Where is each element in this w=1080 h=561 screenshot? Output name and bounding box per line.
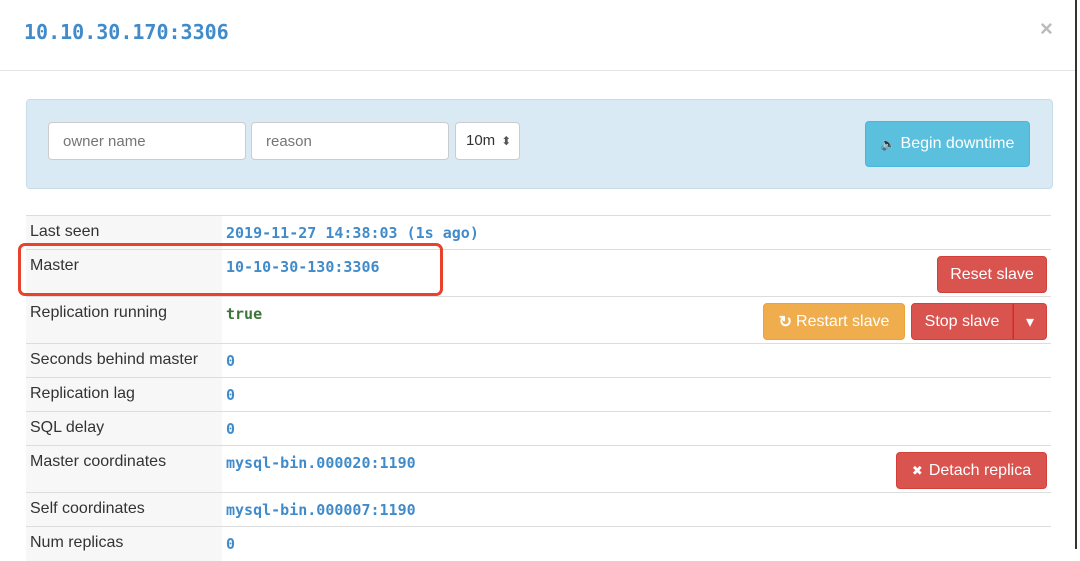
dialog-title: 10.10.30.170:3306 [24, 20, 229, 44]
begin-downtime-button[interactable]: 🔈 Begin downtime [865, 121, 1030, 167]
row-value: mysql-bin.000020:1190 [226, 454, 416, 472]
close-icon[interactable]: × [1040, 16, 1053, 42]
duration-select[interactable]: 10m ⬍ [455, 122, 520, 160]
table-row: Replication lag 0 [26, 377, 1051, 412]
row-label: Replication running [26, 297, 222, 344]
scrollbar[interactable] [1075, 0, 1077, 549]
stop-slave-button[interactable]: Stop slave [911, 303, 1013, 340]
row-value: 0 [226, 352, 236, 370]
table-row: Replication running true ↻ Restart slave S… [26, 296, 1051, 344]
owner-name-input[interactable] [48, 122, 246, 160]
reason-input[interactable] [251, 122, 449, 160]
select-arrows-icon: ⬍ [501, 134, 512, 148]
table-row: Master coordinates mysql-bin.000020:1190 … [26, 445, 1051, 493]
detach-replica-label: Detach replica [928, 461, 1032, 479]
row-label: Seconds behind master [26, 344, 222, 378]
row-value: 0 [226, 386, 236, 404]
row-label: Master coordinates [26, 446, 222, 493]
reset-slave-button[interactable]: Reset slave [937, 256, 1047, 293]
duration-value: 10m [466, 132, 496, 149]
remove-sign-icon: ✖ [911, 462, 923, 478]
refresh-icon: ↻ [778, 313, 793, 331]
begin-downtime-label: Begin downtime [900, 135, 1015, 152]
row-value: mysql-bin.000007:1190 [226, 501, 416, 519]
row-value: 0 [226, 535, 236, 553]
volume-off-icon: 🔈 [880, 137, 896, 151]
table-row: Seconds behind master 0 [26, 343, 1051, 378]
restart-slave-label: Restart slave [796, 312, 890, 330]
detach-replica-button[interactable]: ✖ Detach replica [896, 452, 1047, 489]
row-label: Num replicas [26, 527, 222, 561]
restart-slave-button[interactable]: ↻ Restart slave [763, 303, 905, 340]
row-value: true [226, 305, 263, 323]
stop-slave-dropdown-caret-icon[interactable]: ▾ [1013, 303, 1047, 340]
row-value: 2019-11-27 14:38:03 (1s ago) [226, 224, 479, 242]
table-row: SQL delay 0 [26, 411, 1051, 446]
table-row: Self coordinates mysql-bin.000007:1190 [26, 492, 1051, 527]
row-label: Self coordinates [26, 493, 222, 527]
table-row: Num replicas 0 [26, 526, 1051, 561]
row-label: Replication lag [26, 378, 222, 412]
downtime-panel: 10m ⬍ 🔈 Begin downtime [26, 99, 1053, 189]
header-divider [0, 70, 1076, 71]
highlight-annotation [18, 243, 443, 296]
row-value: 0 [226, 420, 236, 438]
row-label: SQL delay [26, 412, 222, 446]
